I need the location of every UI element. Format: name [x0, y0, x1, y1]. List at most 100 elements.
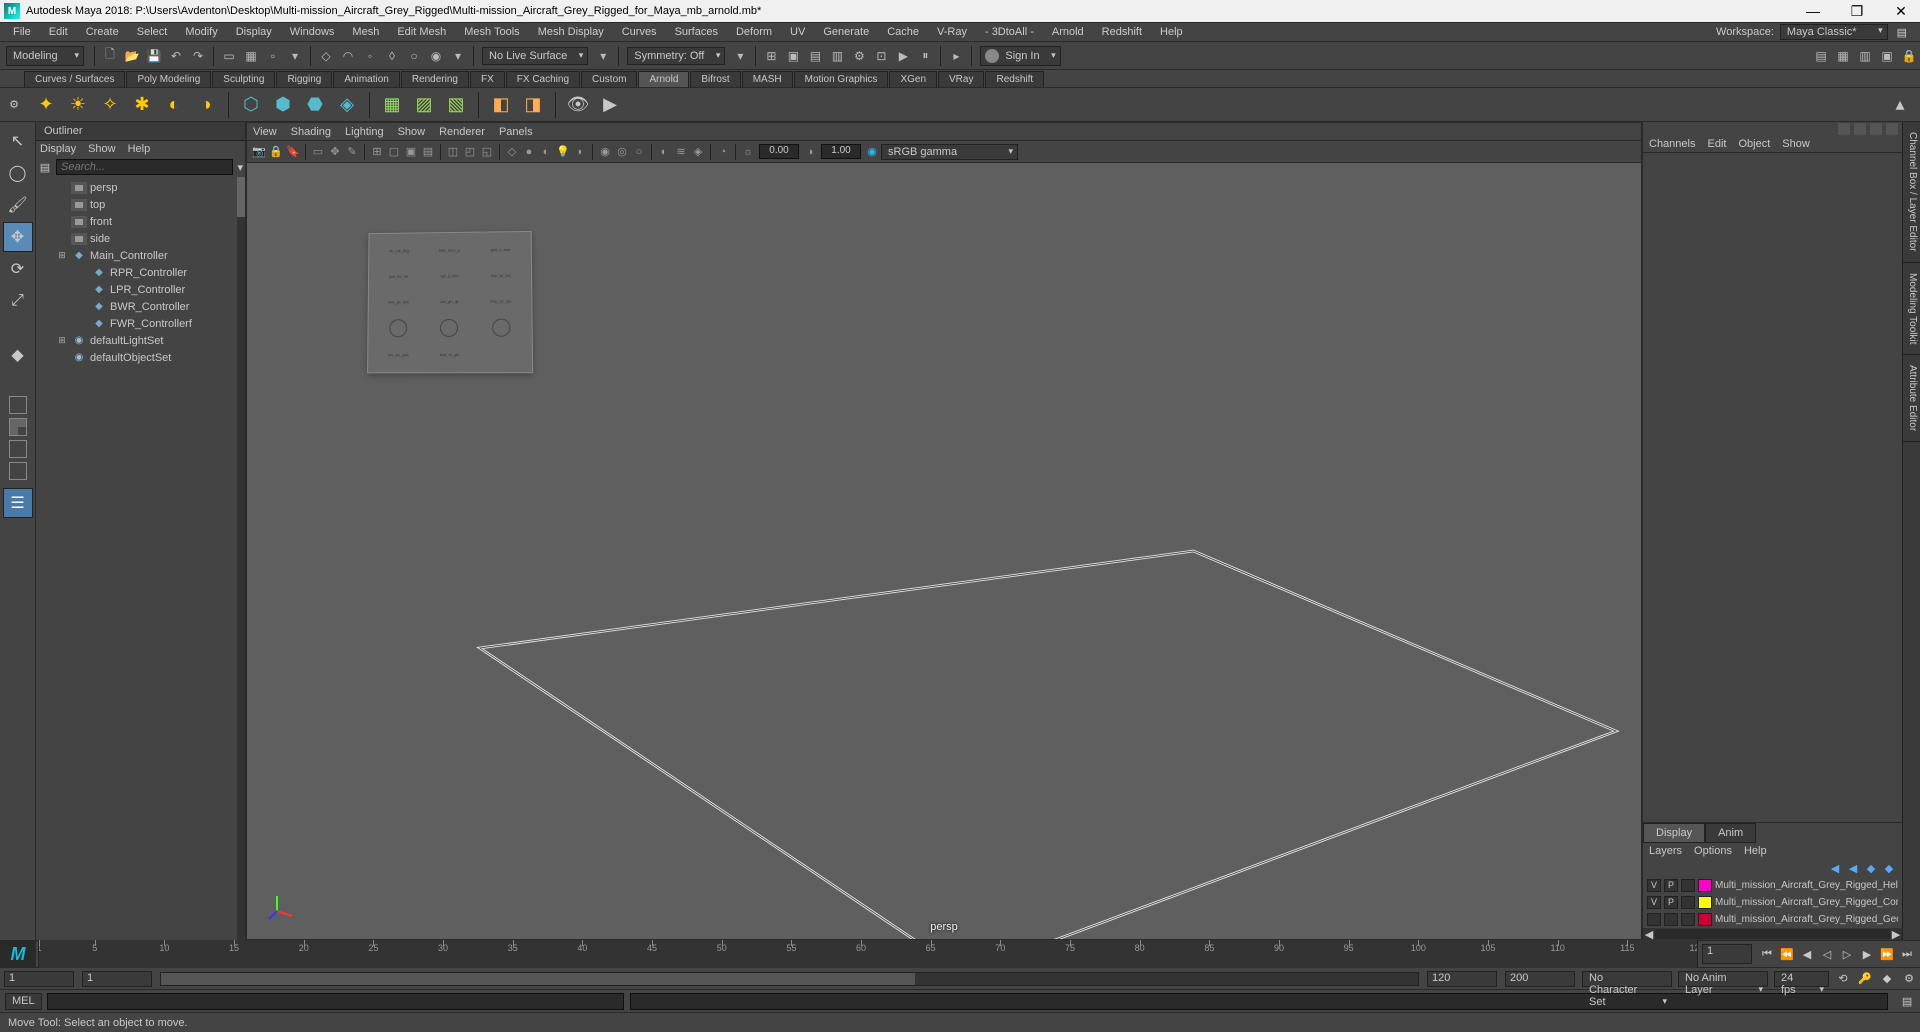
layer-display-type[interactable] [1681, 879, 1695, 892]
shelf-tab-bifrost[interactable]: Bifrost [690, 71, 740, 87]
command-input[interactable] [47, 993, 624, 1010]
select-type-icon[interactable]: ▾ [285, 46, 305, 66]
select-component-icon[interactable]: ▫ [263, 46, 283, 66]
vp-lights-icon[interactable]: 💡 [555, 144, 571, 160]
select-tool-icon[interactable]: ↖ [3, 126, 33, 156]
render-settings-icon[interactable]: ⚙ [849, 46, 869, 66]
layer-visible-toggle[interactable]: V [1647, 896, 1661, 909]
panel-layout2-icon[interactable]: ▦ [1833, 46, 1853, 66]
symmetry-menu-icon[interactable]: ▾ [730, 46, 750, 66]
time-ruler[interactable]: 1510152025303540455055606570758085909510… [38, 940, 1698, 968]
layer-display-type[interactable] [1681, 896, 1695, 909]
vp-exposure-value[interactable]: 0.00 [759, 144, 799, 159]
script-editor-icon[interactable]: ▤ [1898, 992, 1916, 1010]
outliner-node-defaultlightset[interactable]: ⊞defaultLightSet [36, 332, 245, 349]
prefs-icon[interactable]: ⚙ [1900, 970, 1918, 988]
open-scene-icon[interactable]: 📂 [122, 46, 142, 66]
shelf-tab-rendering[interactable]: Rendering [401, 71, 469, 87]
panel-layout3-icon[interactable]: ▥ [1855, 46, 1875, 66]
arnold-area-light-icon[interactable]: ✦ [31, 90, 61, 120]
shelf-scrollup-icon[interactable]: ▴ [1885, 90, 1915, 120]
vp-field-chart-icon[interactable]: ◫ [445, 144, 461, 160]
shelf-tab-vray[interactable]: VRay [938, 71, 984, 87]
workspace-selector[interactable]: Maya Classic* [1780, 24, 1888, 40]
menu--3dtoall-[interactable]: - 3DtoAll - [976, 26, 1043, 38]
display-layer[interactable]: VPMulti_mission_Aircraft_Grey_Rigged_Hel… [1643, 877, 1902, 894]
move-layer-up-icon[interactable]: ◀ [1828, 861, 1842, 875]
range-start-field[interactable]: 1 [4, 971, 74, 987]
arnold-skydome-icon[interactable]: ☀ [63, 90, 93, 120]
lock-icon[interactable]: 🔒 [1899, 46, 1919, 66]
save-scene-icon[interactable]: 💾 [144, 46, 164, 66]
arnold-procedural-icon[interactable]: ◈ [332, 90, 362, 120]
close-button[interactable]: ✕ [1886, 3, 1916, 20]
menu-arnold[interactable]: Arnold [1043, 26, 1093, 38]
snap-live-icon[interactable]: ◉ [426, 46, 446, 66]
hyperbolic-icon[interactable] [1886, 123, 1898, 135]
snap-curve-icon[interactable]: ◠ [338, 46, 358, 66]
outliner-node-front[interactable]: front [36, 213, 245, 230]
render-sequence-icon[interactable]: ▥ [827, 46, 847, 66]
auto-key-icon[interactable]: 🔑 [1856, 970, 1874, 988]
outliner-menu-display[interactable]: Display [40, 143, 76, 155]
menu-surfaces[interactable]: Surfaces [666, 26, 727, 38]
menu-set-selector[interactable]: Modeling [6, 46, 84, 66]
shelf-tab-motion-graphics[interactable]: Motion Graphics [794, 71, 889, 87]
menu-redshift[interactable]: Redshift [1093, 26, 1151, 38]
layer-color-swatch[interactable] [1698, 896, 1712, 909]
vp-color-mgmt-icon[interactable]: ◉ [864, 144, 880, 160]
arnold-tx-icon[interactable]: ▨ [409, 90, 439, 120]
shelf-tab-arnold[interactable]: Arnold [638, 71, 689, 87]
set-key-icon[interactable]: ◆ [1878, 970, 1896, 988]
vp-aa-icon[interactable]: ◈ [690, 144, 706, 160]
vp-textured-icon[interactable]: ◐ [538, 144, 554, 160]
go-end-icon[interactable]: ⏭ [1898, 945, 1916, 963]
vp-dof-icon[interactable]: ◔ [715, 144, 731, 160]
layout-four-icon[interactable] [9, 418, 27, 436]
arnold-play-icon[interactable]: ▶ [595, 90, 625, 120]
menu-deform[interactable]: Deform [727, 26, 781, 38]
minimize-button[interactable]: — [1798, 3, 1828, 19]
play-back-icon[interactable]: ◁ [1818, 945, 1836, 963]
vp-safe-title-icon[interactable]: ◱ [479, 144, 495, 160]
layer-color-swatch[interactable] [1698, 913, 1712, 926]
menu-uv[interactable]: UV [781, 26, 814, 38]
ipr-render-icon[interactable]: ▤ [805, 46, 825, 66]
layer-display-type[interactable] [1681, 913, 1695, 926]
range-end-field[interactable]: 200 [1505, 971, 1575, 987]
redo-icon[interactable]: ↷ [188, 46, 208, 66]
outliner-menu-show[interactable]: Show [88, 143, 116, 155]
menu-file[interactable]: File [4, 26, 40, 38]
vp-grid-icon[interactable]: ⊞ [369, 144, 385, 160]
range-inner-end-field[interactable]: 120 [1427, 971, 1497, 987]
viewport-menu-show[interactable]: Show [398, 126, 426, 138]
outliner-menu-help[interactable]: Help [128, 143, 151, 155]
menu-v-ray[interactable]: V-Ray [928, 26, 976, 38]
menu-help[interactable]: Help [1151, 26, 1192, 38]
side-tab-attribute-editor[interactable]: Attribute Editor [1903, 355, 1920, 442]
viewport-canvas[interactable]: ab_cdf_Efghijkl_mno_pqrst_u_vwx yza_bc_d… [247, 163, 1641, 939]
viewport-menu-renderer[interactable]: Renderer [439, 126, 485, 138]
menu-windows[interactable]: Windows [281, 26, 344, 38]
render-frame-icon[interactable]: ▣ [783, 46, 803, 66]
shelf-tab-fx-caching[interactable]: FX Caching [506, 71, 580, 87]
construction-history-icon[interactable]: ⊞ [761, 46, 781, 66]
outliner-node-persp[interactable]: persp [36, 179, 245, 196]
move-layer-down-icon[interactable]: ◀ [1846, 861, 1860, 875]
outliner-node-side[interactable]: side [36, 230, 245, 247]
shelf-tab-poly-modeling[interactable]: Poly Modeling [126, 71, 211, 87]
outliner-node-bwr_controller[interactable]: BWR_Controller [36, 298, 245, 315]
vp-bookmark-icon[interactable]: 🔖 [285, 144, 301, 160]
arnold-physical-sky-icon[interactable]: ◑ [191, 90, 221, 120]
layers-menu-options[interactable]: Options [1694, 845, 1732, 857]
menu-cache[interactable]: Cache [878, 26, 928, 38]
new-layer-icon[interactable]: ◆ [1864, 861, 1878, 875]
arnold-flush-icon[interactable]: ▦ [377, 90, 407, 120]
anim-layer-dropdown[interactable]: No Anim Layer [1678, 971, 1768, 987]
snap-point-icon[interactable]: ◦ [360, 46, 380, 66]
menu-curves[interactable]: Curves [613, 26, 666, 38]
vp-wireframe-icon[interactable]: ◇ [504, 144, 520, 160]
paint-select-tool-icon[interactable]: 🖌 [3, 190, 33, 220]
arnold-viewport-icon[interactable]: 👁 [563, 90, 593, 120]
layers-menu-help[interactable]: Help [1744, 845, 1767, 857]
